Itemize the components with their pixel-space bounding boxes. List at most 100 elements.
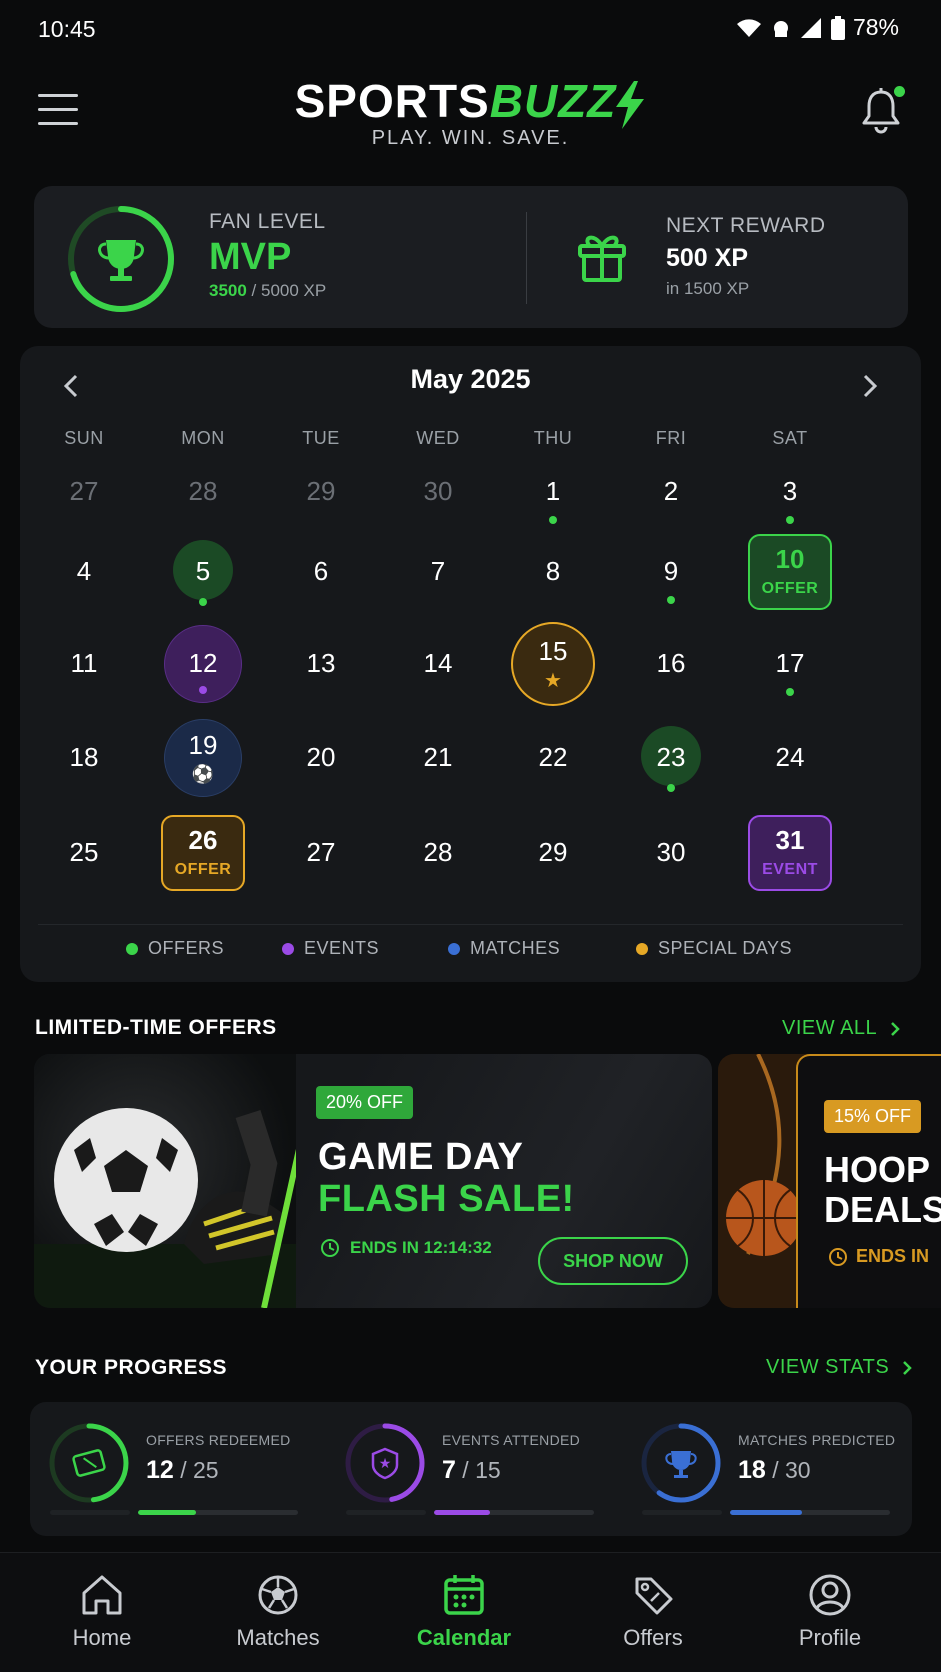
calendar-day[interactable]: 1 bbox=[508, 450, 598, 536]
day-number: 16 bbox=[656, 648, 686, 678]
nav-item-offers[interactable]: Offers bbox=[578, 1571, 728, 1651]
calendar-day[interactable]: 28 bbox=[393, 811, 483, 897]
day-tag: EVENT bbox=[762, 861, 818, 878]
calendar-card: May 2025 SUN MON TUE WED THU FRI SAT 27 28 29 30 1… bbox=[20, 346, 921, 982]
calendar-day[interactable]: 15 ★ bbox=[508, 622, 598, 708]
calendar-day[interactable]: 7 bbox=[393, 530, 483, 616]
legend-item-match: MATCHES bbox=[448, 938, 560, 959]
nav-label: Profile bbox=[798, 1625, 862, 1650]
bottom-nav: Home Matches Calendar Offers Profile bbox=[0, 1552, 941, 1672]
soccer-ball-icon bbox=[258, 1575, 298, 1615]
calendar-day[interactable]: 27 bbox=[39, 450, 129, 536]
day-number: 1 bbox=[545, 476, 561, 506]
day-number: 7 bbox=[430, 556, 446, 586]
calendar-day[interactable]: 2 bbox=[626, 450, 716, 536]
progress-label: MATCHES PREDICTED bbox=[738, 1432, 896, 1448]
calendar-day[interactable]: 3 bbox=[745, 450, 835, 536]
calendar-day[interactable]: 21 bbox=[393, 716, 483, 802]
calendar-day[interactable]: 25 bbox=[39, 811, 129, 897]
home-icon bbox=[82, 1575, 122, 1615]
calendar-day[interactable]: 30 bbox=[393, 450, 483, 536]
offer-subtitle: FLASH SALE! bbox=[318, 1178, 575, 1220]
calendar-day[interactable]: 6 bbox=[276, 530, 366, 616]
calendar-day[interactable]: 27 bbox=[276, 811, 366, 897]
discount-badge: 15% OFF bbox=[824, 1100, 922, 1133]
day-indicator-dot bbox=[199, 686, 207, 694]
calendar-day[interactable]: 9 bbox=[626, 530, 716, 616]
nav-item-calendar[interactable]: Calendar bbox=[389, 1571, 539, 1651]
calendar-day[interactable]: 20 bbox=[276, 716, 366, 802]
calendar-day[interactable]: 26 OFFER bbox=[158, 811, 248, 897]
offer-card-hoop-deals[interactable]: 15% OFF HOOP DEALS ENDS IN bbox=[718, 1054, 941, 1308]
calendar-day[interactable]: 8 bbox=[508, 530, 598, 616]
fan-level-card[interactable]: FAN LEVEL MVP 3500 / 5000 XP NEXT REWARD… bbox=[34, 186, 908, 328]
day-indicator-dot bbox=[786, 516, 794, 524]
divider bbox=[526, 212, 527, 304]
progress-card: OFFERS REDEEMED 12 / 25 ★ EVENTS ATTENDED 7 … bbox=[30, 1402, 912, 1536]
calendar-day[interactable]: 17 bbox=[745, 622, 835, 708]
day-number: 9 bbox=[663, 556, 679, 586]
trophy-icon bbox=[665, 1451, 697, 1478]
nav-item-matches[interactable]: Matches bbox=[203, 1571, 353, 1651]
calendar-day[interactable]: 18 bbox=[39, 716, 129, 802]
calendar-day[interactable]: 23 bbox=[626, 716, 716, 802]
day-number: 4 bbox=[76, 556, 92, 586]
calendar-day[interactable]: 14 bbox=[393, 622, 483, 708]
progress-item-match[interactable]: MATCHES PREDICTED 18 / 30 bbox=[622, 1402, 912, 1536]
day-number: 2 bbox=[663, 476, 679, 506]
day-number: 29 bbox=[306, 476, 336, 506]
calendar-day[interactable]: 22 bbox=[508, 716, 598, 802]
view-all-link[interactable]: VIEW ALL bbox=[782, 1017, 901, 1040]
user-icon bbox=[809, 1574, 851, 1616]
calendar-day[interactable]: 29 bbox=[276, 450, 366, 536]
progress-item-offer[interactable]: OFFERS REDEEMED 12 / 25 bbox=[30, 1402, 320, 1536]
calendar-day[interactable]: 29 bbox=[508, 811, 598, 897]
day-number: 23 bbox=[656, 742, 686, 772]
svg-text:★: ★ bbox=[379, 1455, 392, 1471]
day-number: 30 bbox=[423, 476, 453, 506]
star-icon: ★ bbox=[544, 670, 562, 692]
calendar-day[interactable]: 19 ⚽ bbox=[158, 716, 248, 802]
nav-item-profile[interactable]: Profile bbox=[755, 1571, 905, 1651]
fan-level-xp: 3500 / 5000 XP bbox=[209, 281, 327, 300]
logo: SPORTSBUZZ PLAY. WIN. SAVE. bbox=[0, 74, 941, 150]
progress-ring bbox=[641, 1423, 721, 1503]
view-stats-link[interactable]: VIEW STATS bbox=[766, 1356, 913, 1379]
offers-section-title: LIMITED-TIME OFFERS bbox=[35, 1016, 277, 1039]
progress-value: 12 / 25 bbox=[146, 1456, 219, 1484]
calendar-day[interactable]: 31 EVENT bbox=[745, 811, 835, 897]
day-number: 18 bbox=[69, 742, 99, 772]
calendar-day[interactable]: 4 bbox=[39, 530, 129, 616]
calendar-day[interactable]: 16 bbox=[626, 622, 716, 708]
calendar-legend: OFFERS EVENTS MATCHES SPECIAL DAYS bbox=[20, 924, 921, 968]
calendar-day[interactable]: 5 bbox=[158, 530, 248, 616]
progress-item-event[interactable]: ★ EVENTS ATTENDED 7 / 15 bbox=[326, 1402, 616, 1536]
calendar-day[interactable]: 12 bbox=[158, 622, 248, 708]
progress-label: EVENTS ATTENDED bbox=[442, 1432, 581, 1448]
offer-card-game-day[interactable]: 20% OFF GAME DAY FLASH SALE! ENDS IN 12:… bbox=[34, 1054, 712, 1308]
calendar-day[interactable]: 30 bbox=[626, 811, 716, 897]
legend-item-event: EVENTS bbox=[282, 938, 379, 959]
day-number: 12 bbox=[188, 648, 218, 678]
progress-fill bbox=[138, 1510, 196, 1515]
next-reward-sub: in 1500 XP bbox=[666, 279, 750, 298]
progress-section-title: YOUR PROGRESS bbox=[35, 1356, 228, 1379]
shop-now-button[interactable]: SHOP NOW bbox=[538, 1237, 688, 1285]
day-number: 26 bbox=[188, 825, 218, 855]
nav-item-home[interactable]: Home bbox=[27, 1571, 177, 1651]
calendar-day[interactable]: 10 OFFER bbox=[745, 530, 835, 616]
offer-timer: ENDS IN 12:14:32 bbox=[320, 1238, 492, 1258]
calendar-day[interactable]: 13 bbox=[276, 622, 366, 708]
day-number: 3 bbox=[782, 476, 798, 506]
offer-title: HOOP DEALS bbox=[824, 1149, 941, 1230]
calendar-day[interactable]: 28 bbox=[158, 450, 248, 536]
discount-badge: 20% OFF bbox=[316, 1086, 414, 1119]
fan-level-label: FAN LEVEL bbox=[209, 210, 326, 233]
progress-track bbox=[346, 1510, 426, 1515]
day-number: 20 bbox=[306, 742, 336, 772]
day-number: 8 bbox=[545, 556, 561, 586]
notifications-button[interactable] bbox=[859, 86, 905, 136]
day-number: 5 bbox=[195, 556, 211, 586]
calendar-day[interactable]: 11 bbox=[39, 622, 129, 708]
calendar-day[interactable]: 24 bbox=[745, 716, 835, 802]
